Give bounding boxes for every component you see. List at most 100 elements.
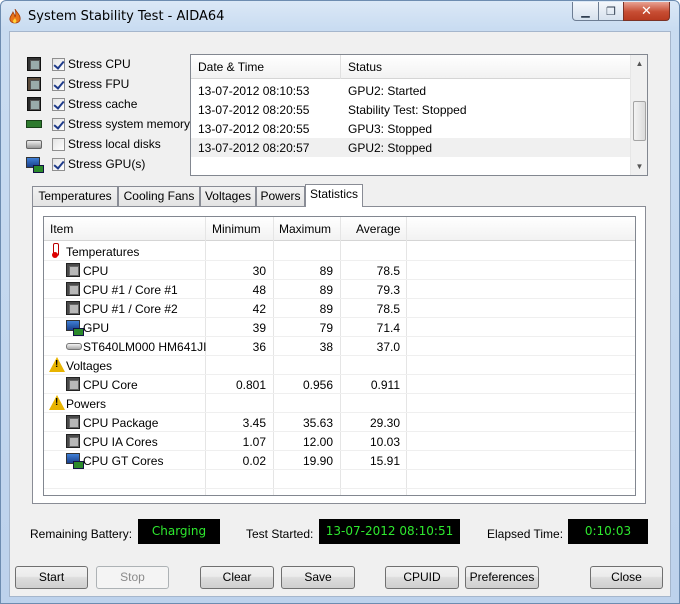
item-average: 15.91 — [369, 454, 400, 468]
log-row[interactable]: 13-07-2012 08:20:55 Stability Test: Stop… — [191, 100, 630, 119]
close-button[interactable]: Close — [590, 566, 663, 589]
stress-cpu-option[interactable]: Stress CPU — [26, 55, 131, 73]
item-maximum: 12.00 — [302, 435, 333, 449]
cpu-icon — [26, 57, 42, 71]
stress-cpu-label: Stress CPU — [68, 57, 131, 71]
scroll-thumb[interactable] — [633, 101, 646, 141]
log-row[interactable]: 13-07-2012 08:10:53 GPU2: Started — [191, 81, 630, 100]
thermometer-icon — [52, 243, 59, 258]
stress-gpu-option[interactable]: Stress GPU(s) — [26, 155, 145, 173]
stress-disks-option[interactable]: Stress local disks — [26, 135, 161, 153]
table-row[interactable]: CPU GT Cores 0.02 19.90 15.91 — [44, 451, 635, 470]
tab-powers[interactable]: Powers — [256, 186, 305, 206]
log-scrollbar[interactable]: ▲ ▼ — [630, 55, 647, 175]
log-column-datetime[interactable]: Date & Time — [198, 60, 264, 74]
tab-temperatures[interactable]: Temperatures — [32, 186, 118, 206]
stress-disks-checkbox[interactable] — [52, 137, 65, 151]
table-row[interactable]: CPU Core 0.801 0.956 0.911 — [44, 375, 635, 394]
group-label: Voltages — [66, 359, 113, 373]
item-average: 78.5 — [376, 302, 400, 316]
item-maximum: 0.956 — [302, 378, 333, 392]
scroll-up-icon[interactable]: ▲ — [631, 55, 648, 72]
stress-cpu-checkbox[interactable] — [52, 57, 65, 71]
clear-button[interactable]: Clear — [200, 566, 274, 589]
gpu-icon — [66, 320, 84, 336]
table-row[interactable]: CPU #1 / Core #2 42 89 78.5 — [44, 299, 635, 318]
item-minimum: 30 — [252, 264, 266, 278]
log-status: GPU2: Stopped — [348, 141, 433, 155]
log-column-status[interactable]: Status — [348, 60, 382, 74]
cache-icon — [26, 97, 42, 111]
item-name: CPU #1 / Core #2 — [83, 302, 178, 316]
item-average: 29.30 — [369, 416, 400, 430]
memory-icon — [26, 117, 42, 131]
table-row[interactable]: CPU 30 89 78.5 — [44, 261, 635, 280]
statistics-table[interactable]: Item Minimum Maximum Average Temperature… — [43, 216, 636, 496]
group-row-powers[interactable]: Powers — [44, 394, 635, 413]
tab-cooling-fans[interactable]: Cooling Fans — [118, 186, 200, 206]
log-row[interactable]: 13-07-2012 08:20:55 GPU3: Stopped — [191, 119, 630, 138]
column-maximum[interactable]: Maximum — [279, 222, 331, 236]
title-bar[interactable]: System Stability Test - AIDA64 ▁ ❐ ✕ — [1, 1, 679, 31]
gpu-icon — [66, 453, 84, 469]
stress-fpu-checkbox[interactable] — [52, 77, 65, 91]
log-row[interactable]: 13-07-2012 08:20:57 GPU2: Stopped — [191, 138, 630, 157]
item-minimum: 0.02 — [242, 454, 266, 468]
log-status: Stability Test: Stopped — [348, 103, 467, 117]
item-name: CPU GT Cores — [83, 454, 164, 468]
group-label: Powers — [66, 397, 107, 411]
item-average: 71.4 — [376, 321, 400, 335]
item-minimum: 1.07 — [242, 435, 266, 449]
maximize-button[interactable]: ❐ — [598, 2, 624, 21]
item-name: CPU #1 / Core #1 — [83, 283, 178, 297]
disk-icon — [26, 137, 42, 151]
item-name: CPU Core — [83, 378, 138, 392]
start-button[interactable]: Start — [15, 566, 88, 589]
table-row[interactable]: CPU Package 3.45 35.63 29.30 — [44, 413, 635, 432]
scroll-down-icon[interactable]: ▼ — [631, 158, 648, 175]
item-name: GPU — [83, 321, 110, 335]
column-item[interactable]: Item — [50, 222, 73, 236]
elapsed-time-label: Elapsed Time: — [487, 527, 564, 541]
cpuid-button[interactable]: CPUID — [385, 566, 459, 589]
tab-voltages[interactable]: Voltages — [200, 186, 256, 206]
log-datetime: 13-07-2012 08:10:53 — [198, 84, 310, 98]
battery-label: Remaining Battery: — [30, 527, 133, 541]
stop-button[interactable]: Stop — [96, 566, 169, 589]
table-row[interactable]: CPU #1 / Core #1 48 89 79.3 — [44, 280, 635, 299]
item-average: 37.0 — [376, 340, 400, 354]
cpu-icon — [66, 434, 80, 448]
preferences-button[interactable]: Preferences — [465, 566, 539, 589]
item-maximum: 79 — [319, 321, 333, 335]
warning-icon — [49, 357, 65, 372]
item-maximum: 89 — [319, 264, 333, 278]
stress-memory-option[interactable]: Stress system memory — [26, 115, 190, 133]
item-maximum: 89 — [319, 302, 333, 316]
minimize-button[interactable]: ▁ — [572, 2, 599, 21]
stress-memory-checkbox[interactable] — [52, 117, 65, 131]
item-name: CPU IA Cores — [83, 435, 158, 449]
save-button[interactable]: Save — [281, 566, 355, 589]
group-row-voltages[interactable]: Voltages — [44, 356, 635, 375]
stress-memory-label: Stress system memory — [68, 117, 191, 131]
item-average: 78.5 — [376, 264, 400, 278]
tab-statistics[interactable]: Statistics — [305, 184, 363, 207]
column-minimum[interactable]: Minimum — [212, 222, 261, 236]
cpu-icon — [66, 377, 80, 391]
stress-gpu-checkbox[interactable] — [52, 157, 65, 171]
item-maximum: 89 — [319, 283, 333, 297]
column-average[interactable]: Average — [356, 222, 400, 236]
fpu-icon — [26, 77, 42, 91]
event-log-list[interactable]: Date & Time Status 13-07-2012 08:10:53 G… — [190, 54, 648, 176]
stress-cache-checkbox[interactable] — [52, 97, 65, 111]
stress-fpu-option[interactable]: Stress FPU — [26, 75, 129, 93]
cpu-icon — [66, 282, 80, 296]
cpu-icon — [66, 301, 80, 315]
item-minimum: 36 — [252, 340, 266, 354]
stress-cache-option[interactable]: Stress cache — [26, 95, 137, 113]
close-window-button[interactable]: ✕ — [623, 2, 670, 21]
table-row[interactable]: CPU IA Cores 1.07 12.00 10.03 — [44, 432, 635, 451]
group-row-temperatures[interactable]: Temperatures — [44, 242, 635, 261]
table-row[interactable]: ST640LM000 HM641JI 36 38 37.0 — [44, 337, 635, 356]
table-row[interactable]: GPU 39 79 71.4 — [44, 318, 635, 337]
